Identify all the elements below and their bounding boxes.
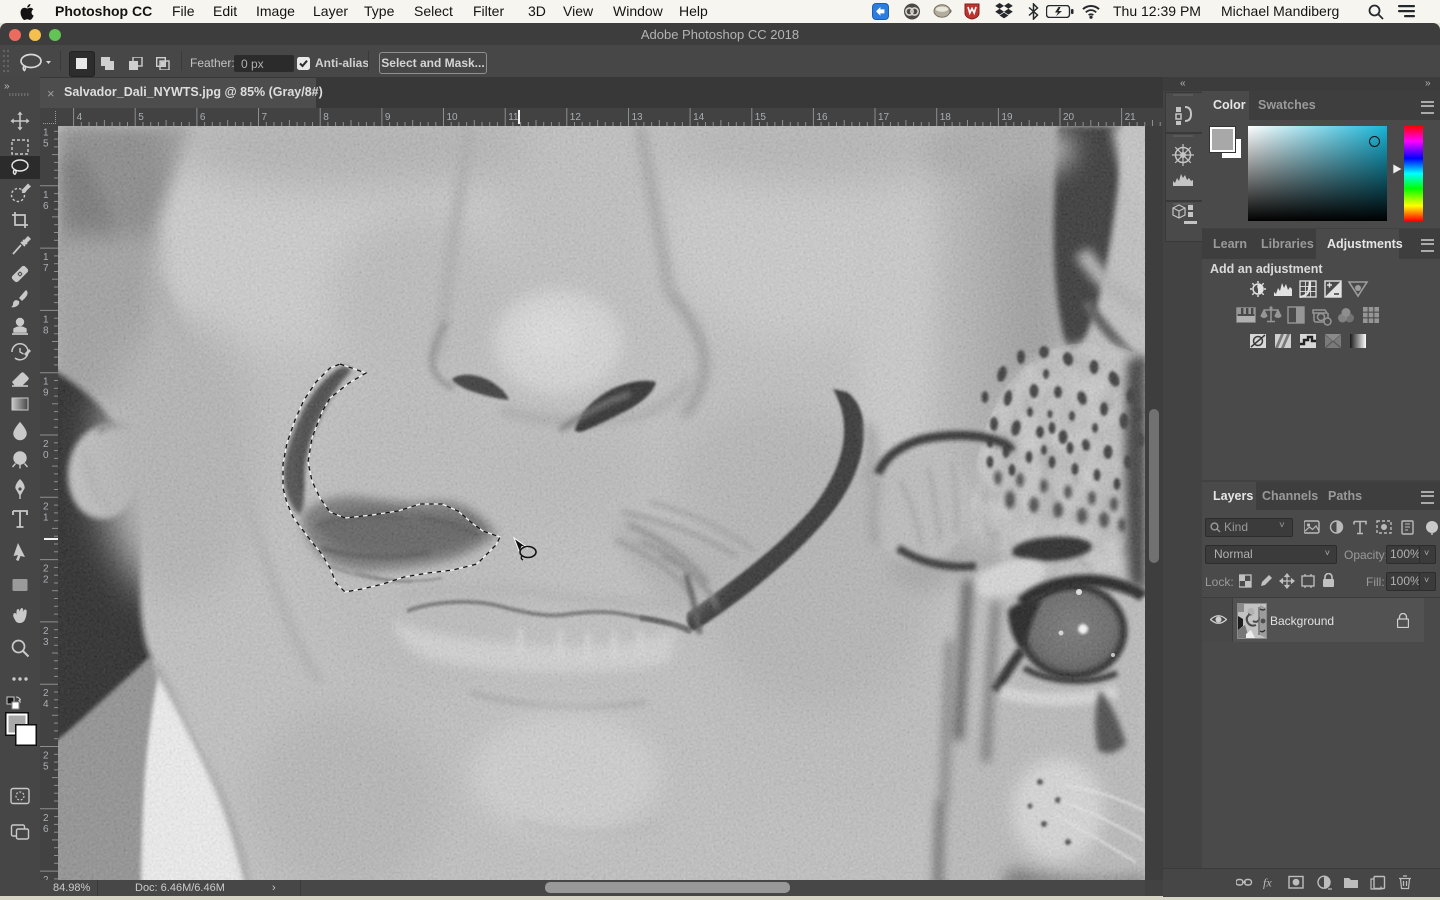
- svg-text:17: 17: [878, 112, 890, 123]
- svg-text:2: 2: [43, 501, 49, 512]
- svg-text:2: 2: [43, 751, 49, 762]
- svg-text:fx: fx: [1263, 876, 1272, 890]
- svg-text:2: 2: [43, 439, 49, 450]
- svg-text:7: 7: [43, 263, 49, 274]
- svg-text:7: 7: [262, 112, 268, 123]
- svg-text:1: 1: [43, 190, 49, 201]
- svg-text:0: 0: [43, 450, 49, 461]
- svg-text:2: 2: [43, 688, 49, 699]
- svg-text:10: 10: [447, 112, 459, 123]
- svg-text:2: 2: [43, 564, 49, 575]
- svg-text:5: 5: [138, 112, 144, 123]
- svg-text:16: 16: [816, 112, 828, 123]
- svg-text:15: 15: [755, 112, 767, 123]
- svg-text:1: 1: [43, 128, 49, 139]
- svg-text:1: 1: [43, 314, 49, 325]
- svg-text:13: 13: [632, 112, 644, 123]
- svg-text:8: 8: [323, 112, 329, 123]
- svg-text:4: 4: [43, 699, 49, 710]
- svg-text:20: 20: [1063, 112, 1075, 123]
- svg-text:9: 9: [43, 388, 49, 399]
- svg-text:5: 5: [43, 762, 49, 773]
- svg-text:1: 1: [43, 252, 49, 263]
- svg-text:2: 2: [43, 575, 49, 586]
- svg-text:8: 8: [43, 325, 49, 336]
- svg-text:21: 21: [1125, 112, 1137, 123]
- svg-text:6: 6: [43, 824, 49, 835]
- svg-text:2: 2: [43, 813, 49, 824]
- svg-text:6: 6: [200, 112, 206, 123]
- svg-text:11: 11: [508, 112, 519, 123]
- svg-text:6: 6: [43, 201, 49, 212]
- svg-text:2: 2: [43, 626, 49, 637]
- svg-text:18: 18: [940, 112, 952, 123]
- svg-text:4: 4: [77, 112, 83, 123]
- svg-text:9: 9: [385, 112, 391, 123]
- svg-text:19: 19: [1001, 112, 1013, 123]
- svg-text:1: 1: [43, 377, 49, 388]
- svg-text:1: 1: [43, 512, 49, 523]
- svg-text:5: 5: [43, 139, 49, 150]
- svg-text:3: 3: [43, 637, 49, 648]
- svg-text:14: 14: [693, 112, 705, 123]
- svg-text:12: 12: [570, 112, 582, 123]
